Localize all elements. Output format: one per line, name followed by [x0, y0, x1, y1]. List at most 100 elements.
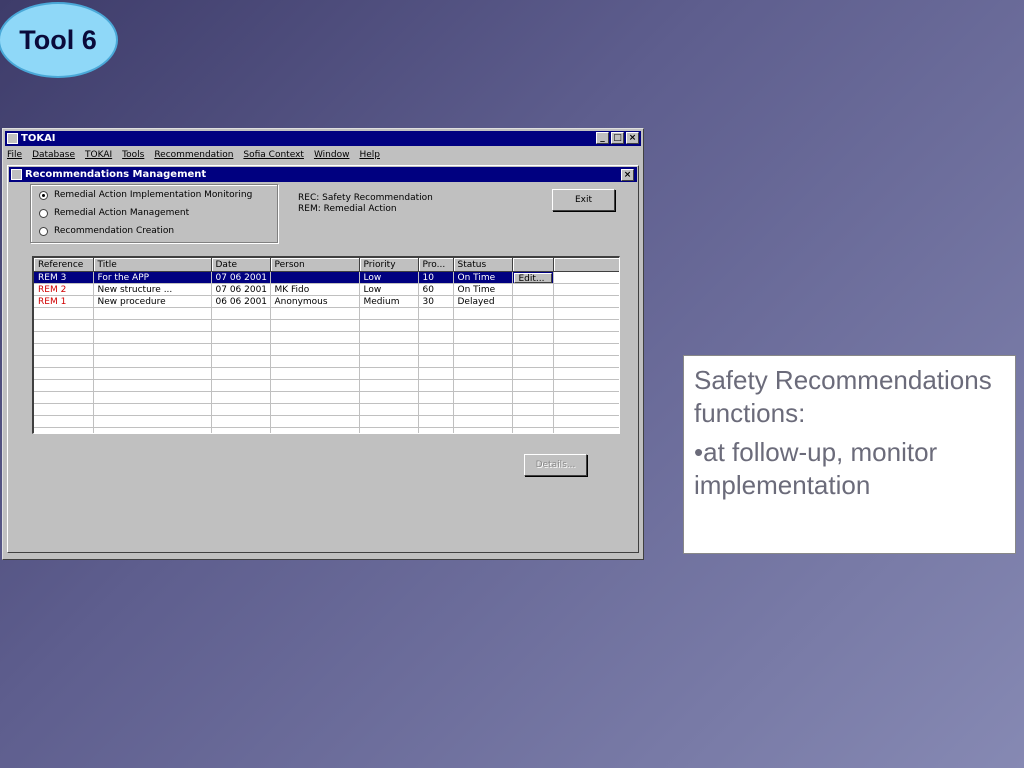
menu-bar: File Database TOKAI Tools Recommendation… — [7, 148, 639, 162]
col-date[interactable]: Date — [211, 258, 271, 272]
radio-dot-selected[interactable] — [39, 190, 48, 200]
maximize-button[interactable]: □ — [611, 132, 624, 144]
empty-cell — [553, 415, 619, 428]
app-titlebar[interactable]: TOKAI _ □ × — [5, 131, 641, 146]
empty-cell — [553, 379, 619, 392]
menu-window[interactable]: Window — [314, 150, 350, 160]
cell-priority: Low — [359, 271, 419, 284]
exit-button[interactable]: Exit — [552, 189, 615, 211]
empty-cell — [512, 355, 554, 368]
empty-cell — [93, 307, 212, 320]
menu-recommendation[interactable]: Recommendation — [154, 150, 233, 160]
legend-rem: REM: Remedial Action — [298, 204, 397, 214]
tokai-window: TOKAI _ □ × File Database TOKAI Tools Re… — [2, 128, 644, 560]
col-status[interactable]: Status — [453, 258, 513, 272]
empty-cell — [418, 367, 454, 380]
table-row[interactable]: REM 2 New structure ... 07 06 2001 MK Fi… — [34, 283, 619, 296]
menu-database[interactable]: Database — [32, 150, 75, 160]
side-textbox: Safety Recommendations functions: •at fo… — [683, 355, 1016, 554]
empty-cell — [211, 379, 271, 392]
menu-sofia-context[interactable]: Sofia Context — [243, 150, 304, 160]
col-reference[interactable]: Reference — [34, 258, 94, 272]
details-button[interactable]: Details... — [524, 454, 587, 476]
cell-reference: REM 3 — [34, 271, 94, 284]
cell-person — [270, 271, 360, 284]
abbreviation-legend: REC: Safety Recommendation REM: Remedial… — [298, 193, 433, 215]
empty-cell — [270, 331, 360, 344]
col-progress[interactable]: Pro... — [418, 258, 454, 272]
recommendations-table: Reference Title Date Person Priority Pro… — [32, 256, 620, 434]
table-row[interactable]: REM 3 For the APP 07 06 2001 Low 10 On T… — [34, 271, 619, 284]
close-window-button[interactable]: × — [626, 132, 639, 144]
col-action[interactable] — [512, 258, 554, 272]
cell-action: Edit... — [512, 271, 554, 284]
radio-dot[interactable] — [39, 226, 48, 236]
close-dialog-button[interactable]: × — [621, 169, 634, 181]
empty-cell — [418, 415, 454, 428]
empty-cell — [93, 403, 212, 416]
empty-cell — [453, 355, 513, 368]
cell-date: 07 06 2001 — [211, 271, 271, 284]
empty-table-row — [34, 403, 619, 416]
table-row[interactable]: REM 1 New procedure 06 06 2001 Anonymous… — [34, 295, 619, 308]
cell-date: 07 06 2001 — [211, 283, 271, 296]
mode-groupbox: Remedial Action Implementation Monitorin… — [30, 184, 278, 243]
empty-cell — [418, 391, 454, 404]
empty-cell — [211, 343, 271, 356]
edit-button[interactable]: Edit... — [513, 272, 552, 283]
empty-cell — [453, 331, 513, 344]
empty-cell — [211, 307, 271, 320]
empty-cell — [512, 391, 554, 404]
radio-dot[interactable] — [39, 208, 48, 218]
cell-title: New structure ... — [93, 283, 212, 296]
empty-cell — [512, 319, 554, 332]
col-title[interactable]: Title — [93, 258, 212, 272]
empty-cell — [270, 415, 360, 428]
radio-action-management[interactable]: Remedial Action Management — [39, 208, 189, 218]
empty-cell — [359, 391, 419, 404]
empty-cell — [93, 391, 212, 404]
empty-cell — [359, 403, 419, 416]
empty-cell — [270, 379, 360, 392]
cell-status: On Time — [453, 271, 513, 284]
empty-cell — [34, 391, 94, 404]
cell-priority: Medium — [359, 295, 419, 308]
cell-action — [512, 283, 554, 296]
col-priority[interactable]: Priority — [359, 258, 419, 272]
empty-cell — [359, 367, 419, 380]
empty-cell — [34, 343, 94, 356]
empty-cell — [34, 307, 94, 320]
menu-file[interactable]: File — [7, 150, 22, 160]
tool-badge-label: Tool 6 — [19, 24, 97, 55]
empty-cell — [418, 307, 454, 320]
empty-cell — [93, 415, 212, 428]
radio-recommendation-creation[interactable]: Recommendation Creation — [39, 226, 174, 236]
empty-cell — [553, 355, 619, 368]
menu-help[interactable]: Help — [359, 150, 380, 160]
empty-cell — [453, 379, 513, 392]
empty-cell — [34, 427, 94, 433]
empty-cell — [453, 319, 513, 332]
recommendations-dialog: Recommendations Management × Remedial Ac… — [7, 165, 639, 553]
col-person[interactable]: Person — [270, 258, 360, 272]
cell-priority: Low — [359, 283, 419, 296]
cell-filler — [553, 271, 619, 284]
empty-cell — [453, 403, 513, 416]
radio-implementation-monitoring[interactable]: Remedial Action Implementation Monitorin… — [39, 190, 252, 200]
empty-cell — [453, 427, 513, 433]
empty-table-row — [34, 367, 619, 380]
cell-person: Anonymous — [270, 295, 360, 308]
empty-cell — [270, 427, 360, 433]
cell-filler — [553, 295, 619, 308]
cell-progress: 30 — [418, 295, 454, 308]
empty-cell — [359, 319, 419, 332]
empty-table-row — [34, 343, 619, 356]
menu-tokai[interactable]: TOKAI — [85, 150, 112, 160]
dialog-titlebar[interactable]: Recommendations Management × — [9, 167, 637, 182]
menu-tools[interactable]: Tools — [122, 150, 144, 160]
empty-cell — [93, 379, 212, 392]
empty-cell — [553, 391, 619, 404]
empty-cell — [512, 379, 554, 392]
minimize-button[interactable]: _ — [596, 132, 609, 144]
empty-cell — [512, 343, 554, 356]
